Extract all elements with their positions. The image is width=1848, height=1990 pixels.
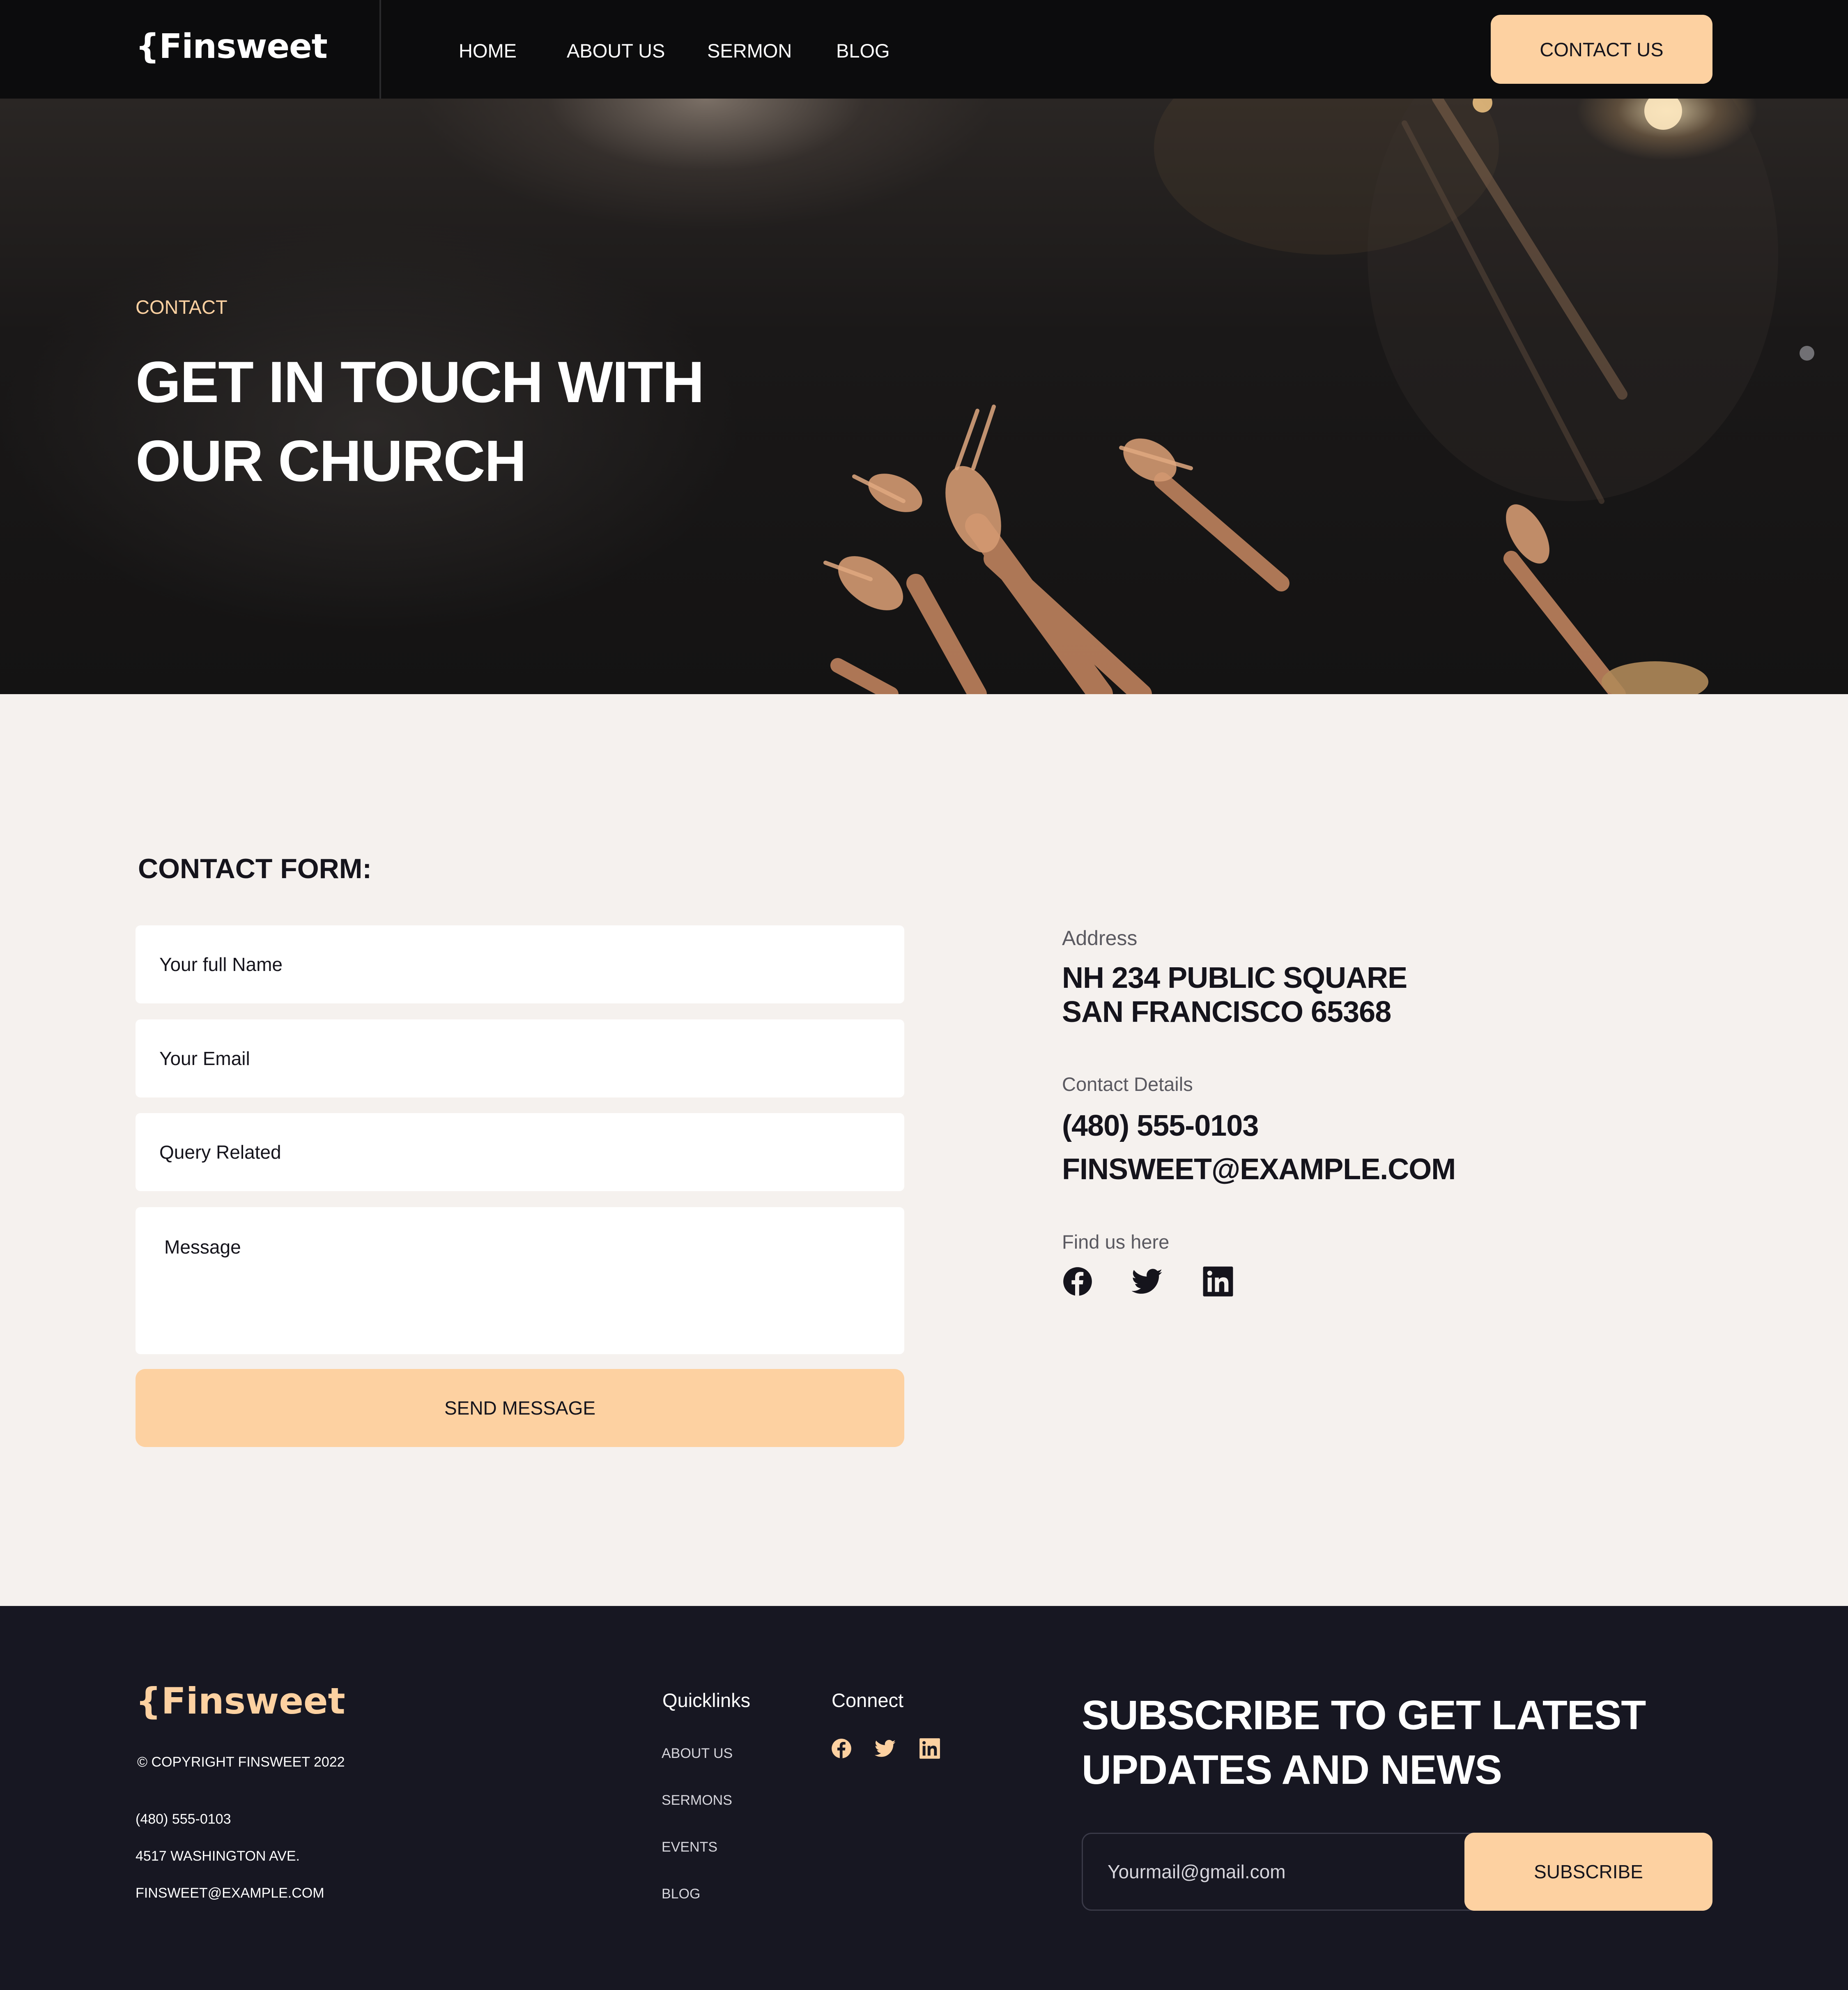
- hero-eyebrow: CONTACT: [136, 296, 228, 318]
- address-label: Address: [1062, 927, 1138, 950]
- email-field: [136, 1019, 904, 1097]
- subscribe-button[interactable]: SUBSCRIBE: [1464, 1833, 1712, 1911]
- query-input[interactable]: [136, 1113, 904, 1191]
- send-message-button[interactable]: SEND MESSAGE: [136, 1369, 904, 1447]
- hero-title-line2: OUR CHURCH: [136, 428, 526, 494]
- nav-link-about-us[interactable]: ABOUT US: [567, 39, 665, 62]
- twitter-icon[interactable]: [1132, 1266, 1163, 1297]
- address-line1: NH 234 PUBLIC SQUARE: [1062, 962, 1407, 994]
- linkedin-icon[interactable]: [1202, 1266, 1234, 1297]
- hero-title: GET IN TOUCH WITH OUR CHURCH: [136, 343, 704, 501]
- footer-link-events[interactable]: EVENTS: [662, 1839, 717, 1855]
- message-field: [136, 1207, 904, 1354]
- find-us-label: Find us here: [1062, 1231, 1170, 1253]
- hero-banner: CONTACT GET IN TOUCH WITH OUR CHURCH: [0, 99, 1848, 694]
- full-name-field: [136, 925, 904, 1003]
- subscribe-heading-line2: UPDATES AND NEWS: [1082, 1747, 1502, 1793]
- full-name-input[interactable]: [136, 925, 904, 1003]
- facebook-icon[interactable]: [1062, 1266, 1093, 1297]
- contact-details-label: Contact Details: [1062, 1073, 1193, 1095]
- footer-address: 4517 WASHINGTON AVE.: [136, 1848, 300, 1864]
- connect-title: Connect: [832, 1689, 904, 1711]
- subscribe-email-input[interactable]: [1083, 1834, 1469, 1909]
- hero-title-line1: GET IN TOUCH WITH: [136, 350, 704, 415]
- contact-us-button[interactable]: CONTACT US: [1491, 15, 1712, 84]
- nav-link-blog[interactable]: BLOG: [836, 39, 890, 62]
- contact-email[interactable]: FINSWEET@EXAMPLE.COM: [1062, 1153, 1456, 1186]
- footer-logo[interactable]: {Finsweet: [136, 1680, 345, 1722]
- footer-link-sermons[interactable]: SERMONS: [662, 1792, 732, 1808]
- footer-email[interactable]: FINSWEET@EXAMPLE.COM: [136, 1885, 324, 1901]
- email-input[interactable]: [136, 1019, 904, 1097]
- subscribe-heading: SUBSCRIBE TO GET LATEST UPDATES AND NEWS: [1082, 1688, 1646, 1797]
- quicklinks-title: Quicklinks: [662, 1689, 751, 1711]
- footer-twitter-icon[interactable]: [875, 1738, 896, 1759]
- nav-link-sermon[interactable]: SERMON: [707, 39, 792, 62]
- contact-form-title: CONTACT FORM:: [138, 853, 372, 884]
- contact-phone[interactable]: (480) 555-0103: [1062, 1109, 1259, 1143]
- message-textarea[interactable]: [136, 1207, 904, 1354]
- footer-linkedin-icon[interactable]: [919, 1738, 940, 1759]
- site-footer: {Finsweet © COPYRIGHT FINSWEET 2022 (480…: [0, 1606, 1848, 1990]
- subscribe-heading-line1: SUBSCRIBE TO GET LATEST: [1082, 1692, 1646, 1738]
- footer-phone: (480) 555-0103: [136, 1811, 231, 1827]
- footer-facebook-icon[interactable]: [831, 1738, 852, 1759]
- brand-logo[interactable]: {Finsweet: [136, 27, 328, 66]
- query-field: [136, 1113, 904, 1191]
- top-navbar: {Finsweet HOME ABOUT US SERMON BLOG CONT…: [0, 0, 1848, 99]
- footer-link-about-us[interactable]: ABOUT US: [662, 1746, 733, 1762]
- footer-link-blog[interactable]: BLOG: [662, 1886, 700, 1902]
- nav-link-home[interactable]: HOME: [459, 39, 517, 62]
- nav-divider: [379, 0, 381, 99]
- address-line2: SAN FRANCISCO 65368: [1062, 996, 1391, 1028]
- footer-copyright: © COPYRIGHT FINSWEET 2022: [137, 1754, 345, 1770]
